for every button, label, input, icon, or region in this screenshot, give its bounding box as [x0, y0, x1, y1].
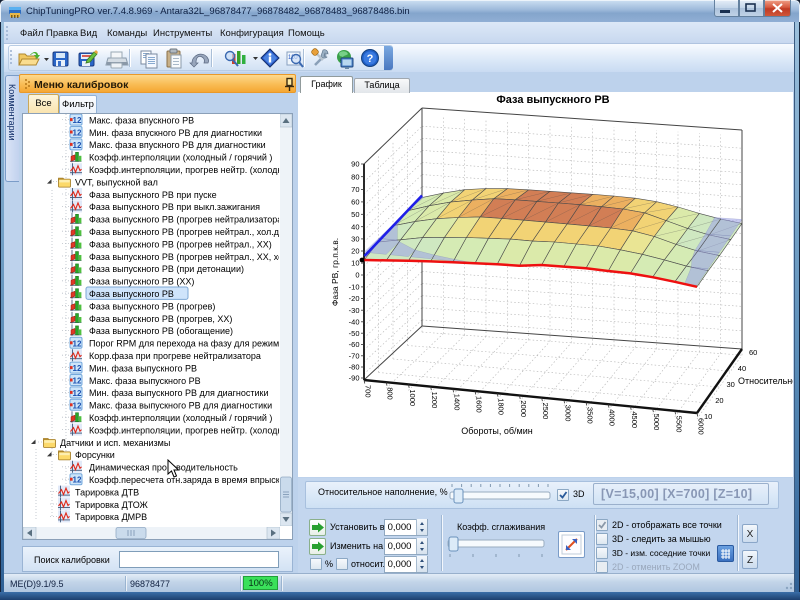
svg-text:Фаза выпускного РВ (прогрев не: Фаза выпускного РВ (прогрев нейтрал., хо…	[89, 227, 279, 237]
svg-text:Коэфф.интерполяции, прогрев не: Коэфф.интерполяции, прогрев нейтр. (холо…	[89, 165, 279, 175]
svg-text:-80: -80	[349, 363, 360, 372]
svg-text:Макс. фаза впускного РВ: Макс. фаза впускного РВ	[89, 115, 194, 125]
svg-text:4000: 4000	[608, 409, 617, 426]
svg-text:Фаза выпускного РВ (прогрев не: Фаза выпускного РВ (прогрев нейтрал., ХХ…	[89, 252, 279, 262]
svg-text:1200: 1200	[430, 392, 439, 409]
svg-text:Тарировка ДТВ: Тарировка ДТВ	[75, 487, 139, 497]
svg-text:Корр.фаза при прогреве нейтрал: Корр.фаза при прогреве нейтрализатора	[89, 351, 261, 361]
svg-text:Мин. фаза выпускного РВ: Мин. фаза выпускного РВ	[89, 363, 197, 373]
svg-text:800: 800	[386, 387, 395, 400]
svg-text:40: 40	[738, 364, 746, 373]
svg-text:-70: -70	[349, 351, 360, 360]
svg-text:30: 30	[351, 235, 359, 244]
svg-text:10: 10	[704, 412, 712, 421]
svg-text:Фаза выпускного РВ при выкл.за: Фаза выпускного РВ при выкл.зажигания	[89, 202, 260, 212]
svg-text:20: 20	[715, 396, 723, 405]
svg-text:Макс. фаза впускного РВ для ди: Макс. фаза впускного РВ для диагностики	[89, 140, 266, 150]
svg-text:Фаза выпускного РВ: Фаза выпускного РВ	[496, 94, 609, 106]
svg-text:2000: 2000	[519, 400, 528, 417]
svg-text:4500: 4500	[630, 411, 639, 428]
svg-text:-60: -60	[349, 340, 360, 349]
svg-text:5000: 5000	[652, 414, 661, 431]
svg-text:30: 30	[727, 380, 735, 389]
svg-text:-90: -90	[349, 374, 360, 383]
svg-text:Фаза выпускного РВ (при детона: Фаза выпускного РВ (при детонации)	[89, 264, 244, 274]
svg-text:Динамическая производительност: Динамическая производительность	[89, 463, 238, 473]
svg-text:Коэфф.интерполяции (холодный /: Коэфф.интерполяции (холодный / горячий )	[89, 153, 272, 163]
svg-text:Мин. фаза впускного РВ для диа: Мин. фаза впускного РВ для диагностики	[89, 128, 262, 138]
svg-text:3000: 3000	[563, 405, 572, 422]
svg-text:-40: -40	[349, 317, 360, 326]
svg-text:Фаза выпускного РВ при пуске: Фаза выпускного РВ при пуске	[89, 190, 217, 200]
svg-text:Макс. фаза выпускного РВ для д: Макс. фаза выпускного РВ для диагностики	[89, 401, 272, 411]
svg-text:-10: -10	[349, 283, 360, 292]
svg-text:-20: -20	[349, 294, 360, 303]
svg-text:70: 70	[351, 185, 359, 194]
svg-text:Фаза выпускного РВ (прогрев, Х: Фаза выпускного РВ (прогрев, ХХ)	[89, 314, 232, 324]
svg-text:Коэфф.интерполяции (холодный /: Коэфф.интерполяции (холодный / горячий )	[89, 413, 272, 423]
svg-text:Фаза РВ, гр.п.к.в.: Фаза РВ, гр.п.к.в.	[330, 238, 340, 306]
svg-text:60: 60	[351, 198, 359, 207]
svg-text:Тарировка ДТОЖ: Тарировка ДТОЖ	[75, 500, 149, 510]
svg-text:10: 10	[351, 259, 359, 268]
svg-text:?: ?	[367, 53, 374, 65]
svg-text:Фаза выпускного РВ (обогащение: Фаза выпускного РВ (обогащение)	[89, 326, 233, 336]
svg-text:Фаза выпускного РВ (ХХ): Фаза выпускного РВ (ХХ)	[89, 277, 194, 287]
svg-text:Коэфф.интерполяции, прогрев не: Коэфф.интерполяции, прогрев нейтр. (холо…	[89, 425, 279, 435]
svg-text:1600: 1600	[475, 396, 484, 413]
svg-text:Форсунки: Форсунки	[75, 450, 115, 460]
svg-text:80: 80	[351, 172, 359, 181]
svg-text:5500: 5500	[674, 416, 683, 433]
svg-text:Тарировка ДМРВ: Тарировка ДМРВ	[75, 512, 147, 522]
svg-text:-50: -50	[349, 329, 360, 338]
svg-text:90: 90	[351, 160, 359, 169]
svg-text:1800: 1800	[497, 398, 506, 415]
svg-text:2500: 2500	[541, 403, 550, 420]
svg-text:Фаза выпускного РВ (прогрев): Фаза выпускного РВ (прогрев)	[89, 301, 215, 311]
svg-text:Обороты, об/мин: Обороты, об/мин	[461, 426, 532, 436]
svg-text:60: 60	[749, 348, 757, 357]
svg-text:Фаза выпускного РВ (прогрев не: Фаза выпускного РВ (прогрев нейтрализато…	[89, 215, 279, 225]
svg-text:700: 700	[364, 385, 373, 398]
svg-text:40: 40	[351, 222, 359, 231]
svg-text:0: 0	[355, 271, 359, 280]
svg-text:Датчики и исп. механизмы: Датчики и исп. механизмы	[60, 438, 170, 448]
svg-text:1400: 1400	[452, 394, 461, 411]
svg-text:3500: 3500	[586, 407, 595, 424]
svg-text:Относительное н: Относительное н	[738, 376, 793, 386]
svg-text:Мин. фаза выпускного РВ для ди: Мин. фаза выпускного РВ для диагностики	[89, 388, 269, 398]
svg-text:VVT, выпускной вал: VVT, выпускной вал	[75, 177, 158, 187]
svg-text:Фаза выпускного РВ (прогрев не: Фаза выпускного РВ (прогрев нейтрал., ХХ…	[89, 239, 272, 249]
svg-text:Макс. фаза выпускного РВ: Макс. фаза выпускного РВ	[89, 376, 201, 386]
svg-text:Коэфф.пересчета отн.заряда в в: Коэфф.пересчета отн.заряда в время впрыс…	[89, 475, 279, 485]
svg-text:50: 50	[351, 210, 359, 219]
svg-text:Порог RPM для перехода на фазу: Порог RPM для перехода на фазу для режим…	[89, 339, 279, 349]
svg-text:-30: -30	[349, 306, 360, 315]
svg-text:20: 20	[351, 247, 359, 256]
svg-text:Фаза выпускного РВ: Фаза выпускного РВ	[89, 289, 174, 299]
svg-text:1000: 1000	[408, 389, 417, 406]
